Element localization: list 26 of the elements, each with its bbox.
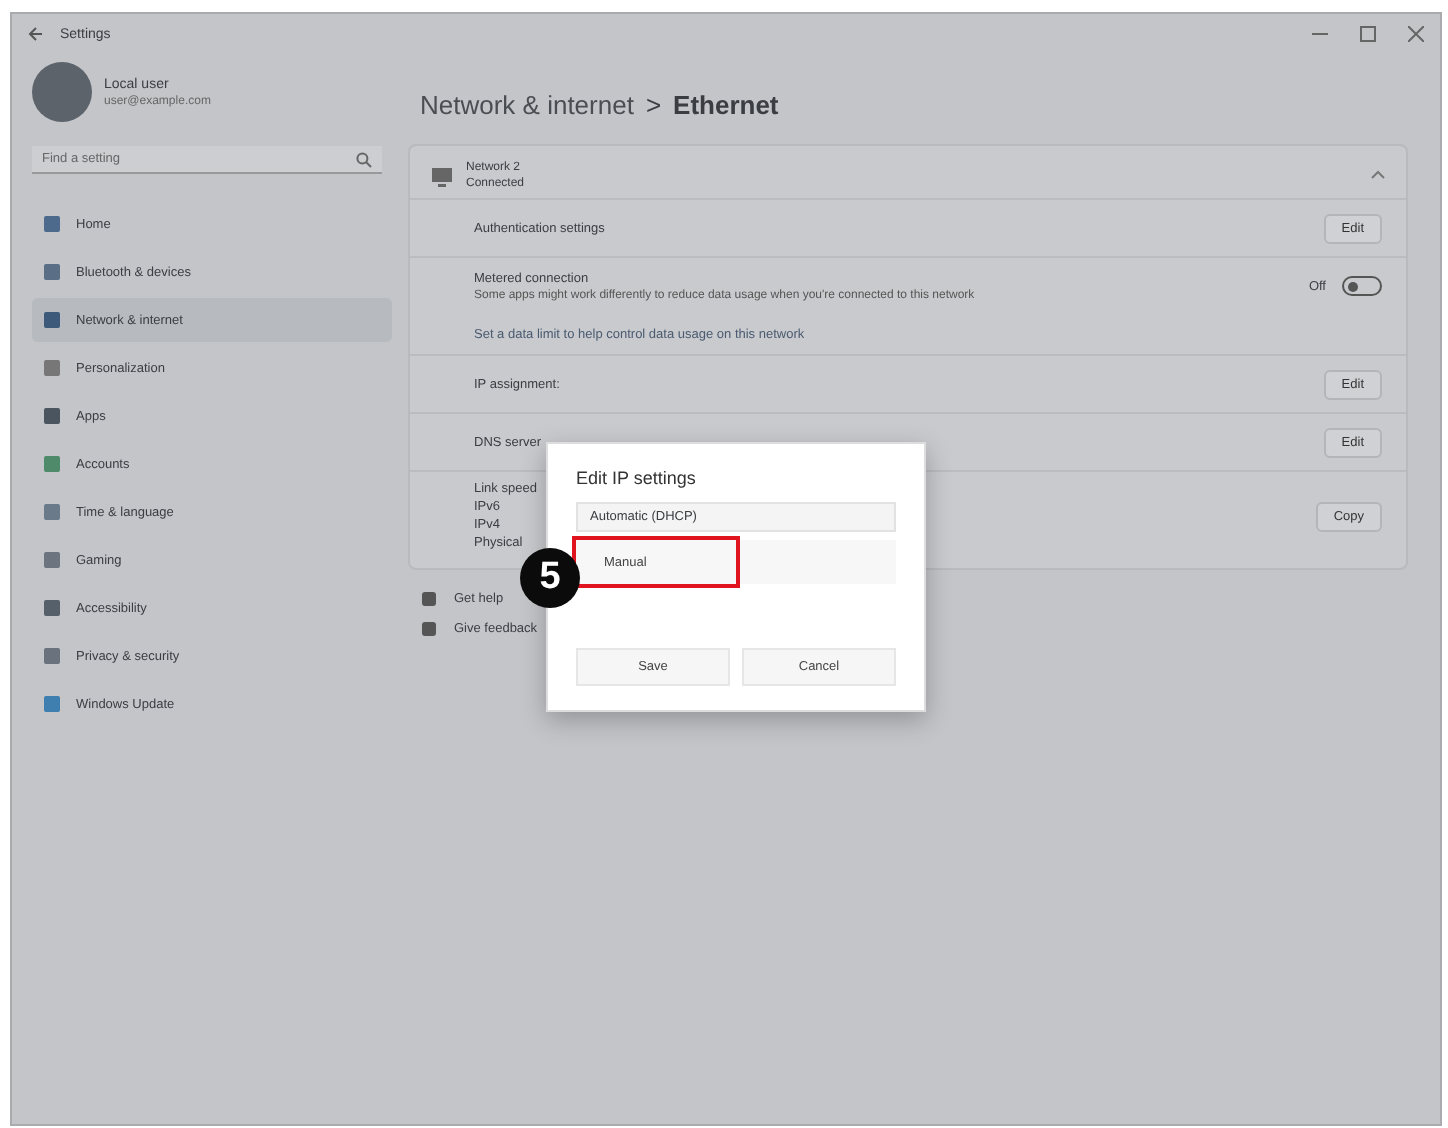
category-icon bbox=[44, 360, 60, 376]
back-icon[interactable] bbox=[28, 26, 44, 42]
close-icon[interactable] bbox=[1408, 26, 1424, 42]
chevron-icon[interactable] bbox=[1370, 168, 1386, 184]
step-number: 5 bbox=[520, 548, 580, 608]
category-icon bbox=[44, 600, 60, 616]
category-icon bbox=[44, 312, 60, 328]
search-icon bbox=[356, 152, 372, 168]
category-icon bbox=[44, 408, 60, 424]
category-icon bbox=[44, 504, 60, 520]
category-icon bbox=[44, 552, 60, 568]
page-title: Ethernet bbox=[673, 90, 779, 120]
category-icon bbox=[44, 696, 60, 712]
toggle-switch[interactable] bbox=[1342, 276, 1382, 296]
help-icon bbox=[420, 590, 438, 608]
feedback-icon bbox=[420, 620, 438, 638]
category-icon bbox=[44, 264, 60, 280]
breadcrumb-separator: > bbox=[645, 90, 662, 120]
category-icon bbox=[44, 216, 60, 232]
category-icon bbox=[44, 456, 60, 472]
category-icon bbox=[44, 648, 60, 664]
maximize-icon[interactable] bbox=[1360, 26, 1376, 42]
breadcrumb-parent[interactable]: Network & internet bbox=[420, 90, 634, 120]
monitor-icon bbox=[430, 164, 454, 188]
avatar bbox=[32, 62, 92, 122]
dialog-title: Edit IP settings bbox=[576, 468, 698, 488]
